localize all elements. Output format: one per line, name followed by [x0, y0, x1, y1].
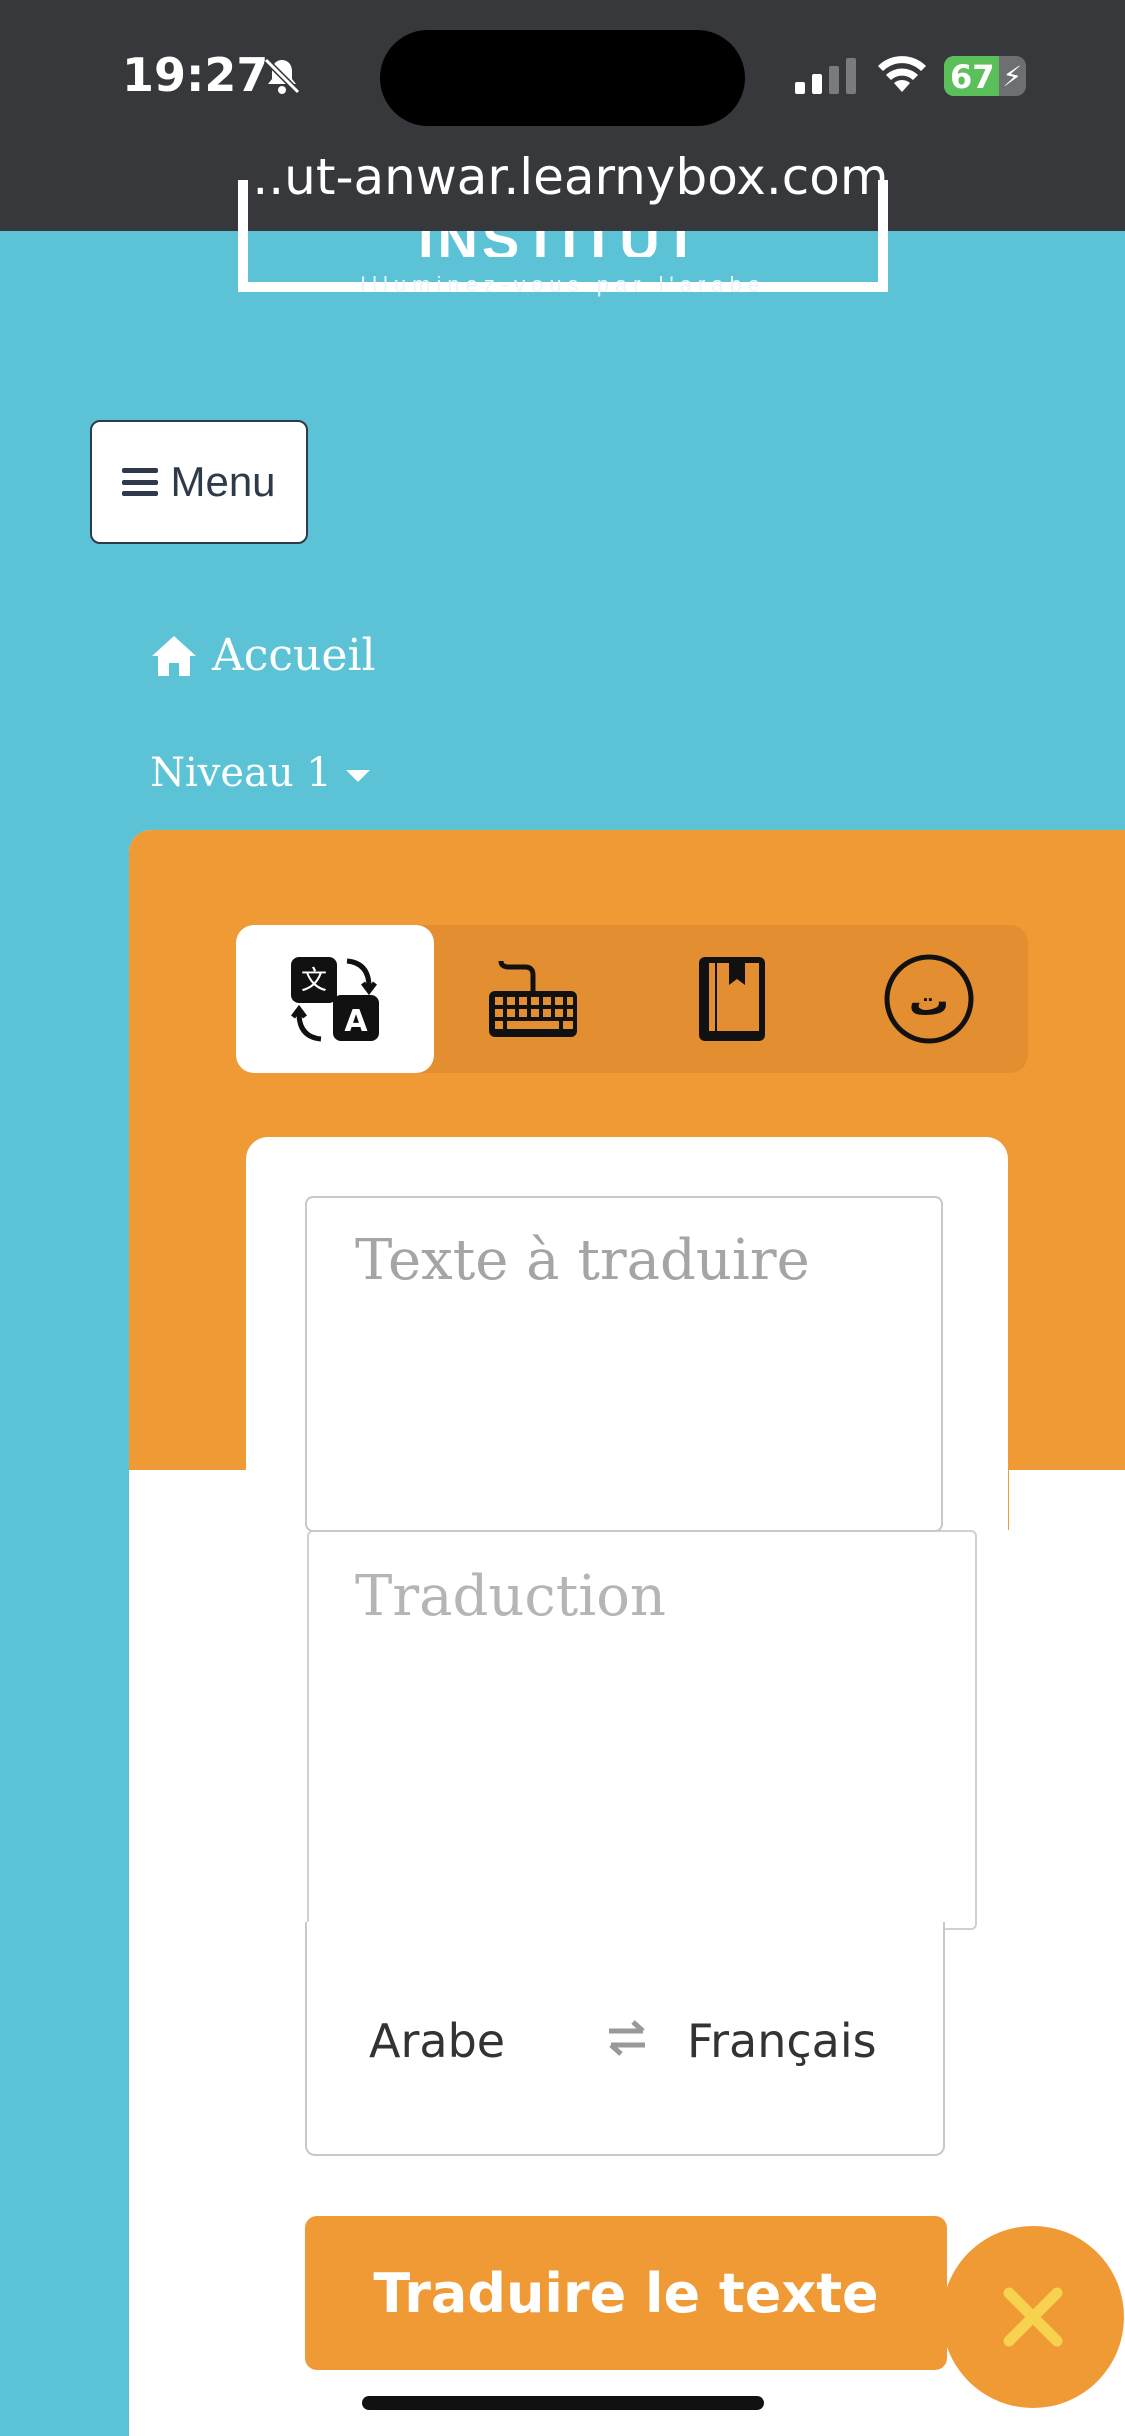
svg-text:文: 文: [301, 966, 327, 996]
wifi-icon: [878, 56, 926, 92]
input-placeholder: Texte à traduire: [355, 1228, 810, 1293]
tab-keyboard[interactable]: [434, 925, 632, 1073]
battery-level: 67: [950, 58, 995, 96]
logo-title: INSTITUT ANWAR: [300, 231, 820, 257]
logo-subtitle: Illuminez-vous par l'arabe: [360, 272, 766, 297]
translate-icon: 文 A: [291, 957, 379, 1042]
level-dropdown[interactable]: Niveau 1: [150, 750, 370, 796]
translate-button[interactable]: Traduire le texte: [305, 2216, 947, 2370]
logo[interactable]: INSTITUT ANWAR: [300, 231, 820, 257]
home-icon: [152, 635, 196, 676]
book-icon: [699, 957, 765, 1041]
arabic-letter-icon: ت: [884, 954, 974, 1044]
cellular-signal-icon: [795, 58, 856, 94]
tab-arabic-keyboard[interactable]: ت: [830, 925, 1028, 1073]
language-selector: Arabe Français: [305, 1922, 945, 2156]
menu-label: Menu: [170, 458, 276, 505]
swap-icon[interactable]: [603, 2018, 651, 2058]
arabic-letter-glyph: ت: [909, 979, 949, 1025]
keyboard-icon: [489, 960, 577, 1037]
tool-tabs: 文 A ت: [236, 925, 1028, 1073]
tab-dictionary[interactable]: [632, 925, 830, 1073]
status-time: 19:27: [122, 48, 269, 102]
svg-text:A: A: [344, 1004, 368, 1039]
home-indicator[interactable]: [362, 2396, 764, 2410]
tab-translate[interactable]: 文 A: [236, 925, 434, 1073]
battery-icon: 67 ⚡: [944, 56, 1026, 96]
translator-widget: 文 A ت Traduction Texte à traduire Arabe …: [129, 830, 1125, 2436]
caret-down-icon: [345, 770, 370, 782]
output-placeholder: Traduction: [355, 1564, 666, 1629]
hamburger-icon: [122, 468, 159, 496]
source-language[interactable]: Arabe: [369, 2014, 505, 2068]
dynamic-island: [380, 30, 745, 126]
source-text-input[interactable]: Texte à traduire: [305, 1196, 943, 1532]
close-icon: [1003, 2287, 1063, 2347]
charging-bolt-icon: ⚡: [1002, 60, 1022, 93]
breadcrumb-label: Accueil: [212, 630, 376, 681]
target-language[interactable]: Français: [687, 2014, 877, 2068]
level-label: Niveau 1: [150, 750, 332, 796]
translation-output: Traduction: [307, 1530, 977, 1930]
close-fab-button[interactable]: [942, 2226, 1124, 2408]
breadcrumb-home[interactable]: Accueil: [150, 630, 376, 681]
menu-button[interactable]: Menu: [90, 420, 308, 544]
bell-muted-icon: [263, 57, 301, 95]
